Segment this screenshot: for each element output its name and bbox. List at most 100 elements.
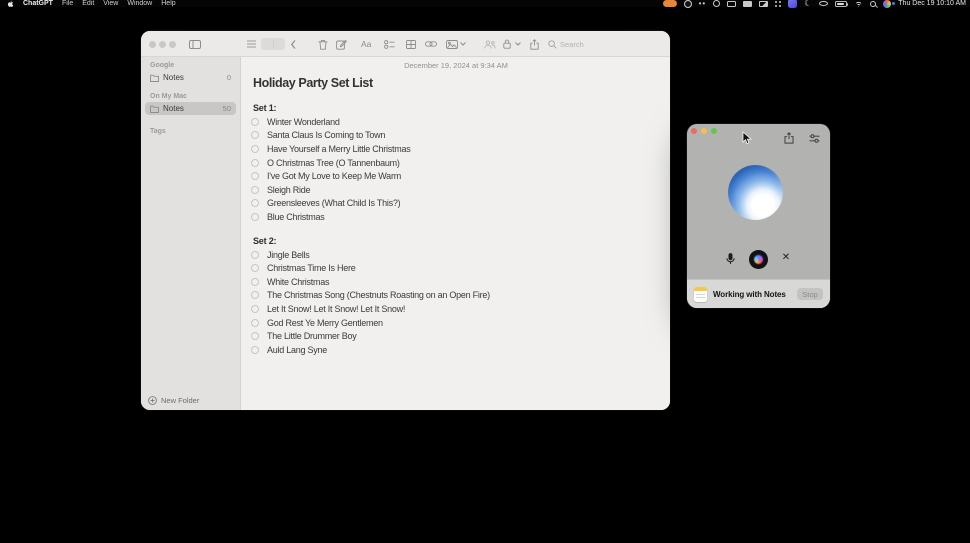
- checkbox-circle-icon[interactable]: [251, 145, 259, 153]
- delete-note-button[interactable]: [318, 31, 328, 57]
- microphone-button[interactable]: [724, 252, 736, 265]
- checklist-item[interactable]: Santa Claus Is Coming to Town: [242, 129, 670, 143]
- dots-status-icon[interactable]: [699, 0, 707, 8]
- active-app-menu[interactable]: ChatGPT: [23, 0, 53, 7]
- assistant-dismiss-button[interactable]: ✕: [780, 251, 792, 264]
- sidebar-item-notes[interactable]: Notes50: [145, 102, 236, 115]
- menu-bar-clock[interactable]: Thu Dec 19 10:10 AM: [898, 0, 966, 7]
- checkbox-circle-icon[interactable]: [251, 332, 259, 340]
- checklist-item[interactable]: Let It Snow! Let It Snow! Let It Snow!: [242, 302, 670, 316]
- moon-status-icon[interactable]: [804, 0, 812, 8]
- share-button[interactable]: [530, 31, 539, 57]
- new-note-button[interactable]: [336, 31, 347, 57]
- checklist-item-text: Sleigh Ride: [267, 185, 310, 195]
- checkbox-circle-icon[interactable]: [251, 213, 259, 221]
- grid-status-icon[interactable]: [775, 1, 777, 3]
- assistant-share-button[interactable]: [784, 131, 794, 149]
- chevron-down-icon: [515, 42, 521, 46]
- desktop: ChatGPT File Edit View Window Help Thu Dec 1…: [0, 0, 970, 543]
- assistant-settings-button[interactable]: [809, 131, 820, 149]
- menu-help[interactable]: Help: [161, 0, 175, 7]
- wifi-status-icon[interactable]: [854, 0, 863, 7]
- battery-status-icon[interactable]: [835, 1, 847, 7]
- checkbox-circle-icon[interactable]: [251, 172, 259, 180]
- checklist-item[interactable]: Jingle Bells: [242, 248, 670, 262]
- trash-icon: [318, 39, 328, 50]
- checkbox-circle-icon[interactable]: [251, 199, 259, 207]
- keyboard-status-icon[interactable]: [727, 1, 736, 7]
- checklist-item-text: Let It Snow! Let It Snow! Let It Snow!: [267, 304, 405, 314]
- menu-bar-status-area: Thu Dec 19 10:10 AM: [663, 0, 970, 8]
- checkbox-circle-icon[interactable]: [251, 186, 259, 194]
- checkbox-circle-icon[interactable]: [251, 305, 259, 313]
- table-icon: [406, 40, 416, 49]
- control-center-status-icon[interactable]: [883, 0, 891, 8]
- table-button[interactable]: [406, 31, 416, 57]
- close-window-button[interactable]: [149, 41, 156, 48]
- checklist-item[interactable]: The Little Drummer Boy: [242, 329, 670, 343]
- checklist-item[interactable]: God Rest Ye Merry Gentlemen: [242, 316, 670, 330]
- checkbox-circle-icon[interactable]: [251, 291, 259, 299]
- view-toggle-segmented-control[interactable]: [261, 38, 285, 50]
- back-button[interactable]: [291, 31, 296, 57]
- display-status-icon[interactable]: [743, 1, 752, 7]
- record-pill-status-icon[interactable]: [663, 0, 677, 7]
- new-folder-button[interactable]: New Folder: [148, 396, 199, 405]
- format-text-button[interactable]: Aa: [361, 31, 371, 57]
- assistant-close-window-button[interactable]: [691, 128, 697, 134]
- checkbox-circle-icon[interactable]: [251, 118, 259, 126]
- globe-status-icon[interactable]: [713, 0, 720, 7]
- zoom-window-button[interactable]: [169, 41, 176, 48]
- checkbox-circle-icon[interactable]: [251, 278, 259, 286]
- media-button[interactable]: [446, 31, 458, 57]
- checklist-item[interactable]: O Christmas Tree (O Tannenbaum): [242, 156, 670, 170]
- eye-status-icon[interactable]: [819, 1, 828, 6]
- checkbox-circle-icon[interactable]: [251, 159, 259, 167]
- list-view-button[interactable]: [247, 31, 256, 57]
- checklist-item[interactable]: Greensleeves (What Child Is This?): [242, 197, 670, 211]
- sidebar-section-header: Tags: [141, 125, 240, 136]
- lock-dropdown-button[interactable]: [515, 31, 521, 57]
- assistant-minimize-window-button[interactable]: [701, 128, 707, 134]
- checkbox-circle-icon[interactable]: [251, 346, 259, 354]
- checklist-item[interactable]: Sleigh Ride: [242, 183, 670, 197]
- checklist-item[interactable]: White Christmas: [242, 275, 670, 289]
- menu-file[interactable]: File: [62, 0, 73, 7]
- menu-window[interactable]: Window: [127, 0, 152, 7]
- toggle-sidebar-button[interactable]: [189, 31, 201, 57]
- checklist-item[interactable]: Blue Christmas: [242, 210, 670, 224]
- stop-button[interactable]: Stop: [797, 288, 823, 300]
- checklist-item[interactable]: Winter Wonderland: [242, 115, 670, 129]
- media-dropdown-button[interactable]: [460, 31, 466, 57]
- minimize-window-button[interactable]: [159, 41, 166, 48]
- sidebar-item-notes[interactable]: Notes0: [145, 71, 236, 84]
- checklist-button[interactable]: [384, 31, 395, 57]
- voice-assistant-button[interactable]: [749, 250, 768, 269]
- checklist-item[interactable]: Auld Lang Syne: [242, 343, 670, 357]
- checkbox-circle-icon[interactable]: [251, 264, 259, 272]
- lock-button[interactable]: [503, 31, 511, 57]
- checklist-item[interactable]: Christmas Time Is Here: [242, 261, 670, 275]
- apple-menu[interactable]: [7, 0, 14, 8]
- collaborate-button[interactable]: [484, 31, 496, 57]
- checklist-item[interactable]: The Christmas Song (Chestnuts Roasting o…: [242, 289, 670, 303]
- assistant-zoom-window-button[interactable]: [711, 128, 717, 134]
- notes-toolbar: Aa: [141, 31, 670, 57]
- link-button[interactable]: [425, 31, 437, 57]
- chatgpt-status-icon[interactable]: [684, 0, 692, 8]
- checkbox-circle-icon[interactable]: [251, 251, 259, 259]
- search-field[interactable]: Search: [548, 31, 584, 57]
- menu-view[interactable]: View: [103, 0, 118, 7]
- shortcuts-status-icon[interactable]: [788, 0, 797, 8]
- menu-edit[interactable]: Edit: [82, 0, 94, 7]
- note-title[interactable]: Holiday Party Set List: [253, 76, 670, 91]
- spotlight-status-icon[interactable]: [870, 1, 876, 7]
- checkbox-circle-icon[interactable]: [251, 131, 259, 139]
- link-icon: [425, 41, 437, 47]
- apple-logo-icon: [7, 0, 14, 8]
- checkbox-circle-icon[interactable]: [251, 319, 259, 327]
- checklist-item[interactable]: I've Got My Love to Keep Me Warm: [242, 169, 670, 183]
- note-editor[interactable]: December 19, 2024 at 9:34 AM Holiday Par…: [242, 57, 670, 410]
- checklist-item[interactable]: Have Yourself a Merry Little Christmas: [242, 142, 670, 156]
- screen-mirroring-status-icon[interactable]: [759, 1, 768, 7]
